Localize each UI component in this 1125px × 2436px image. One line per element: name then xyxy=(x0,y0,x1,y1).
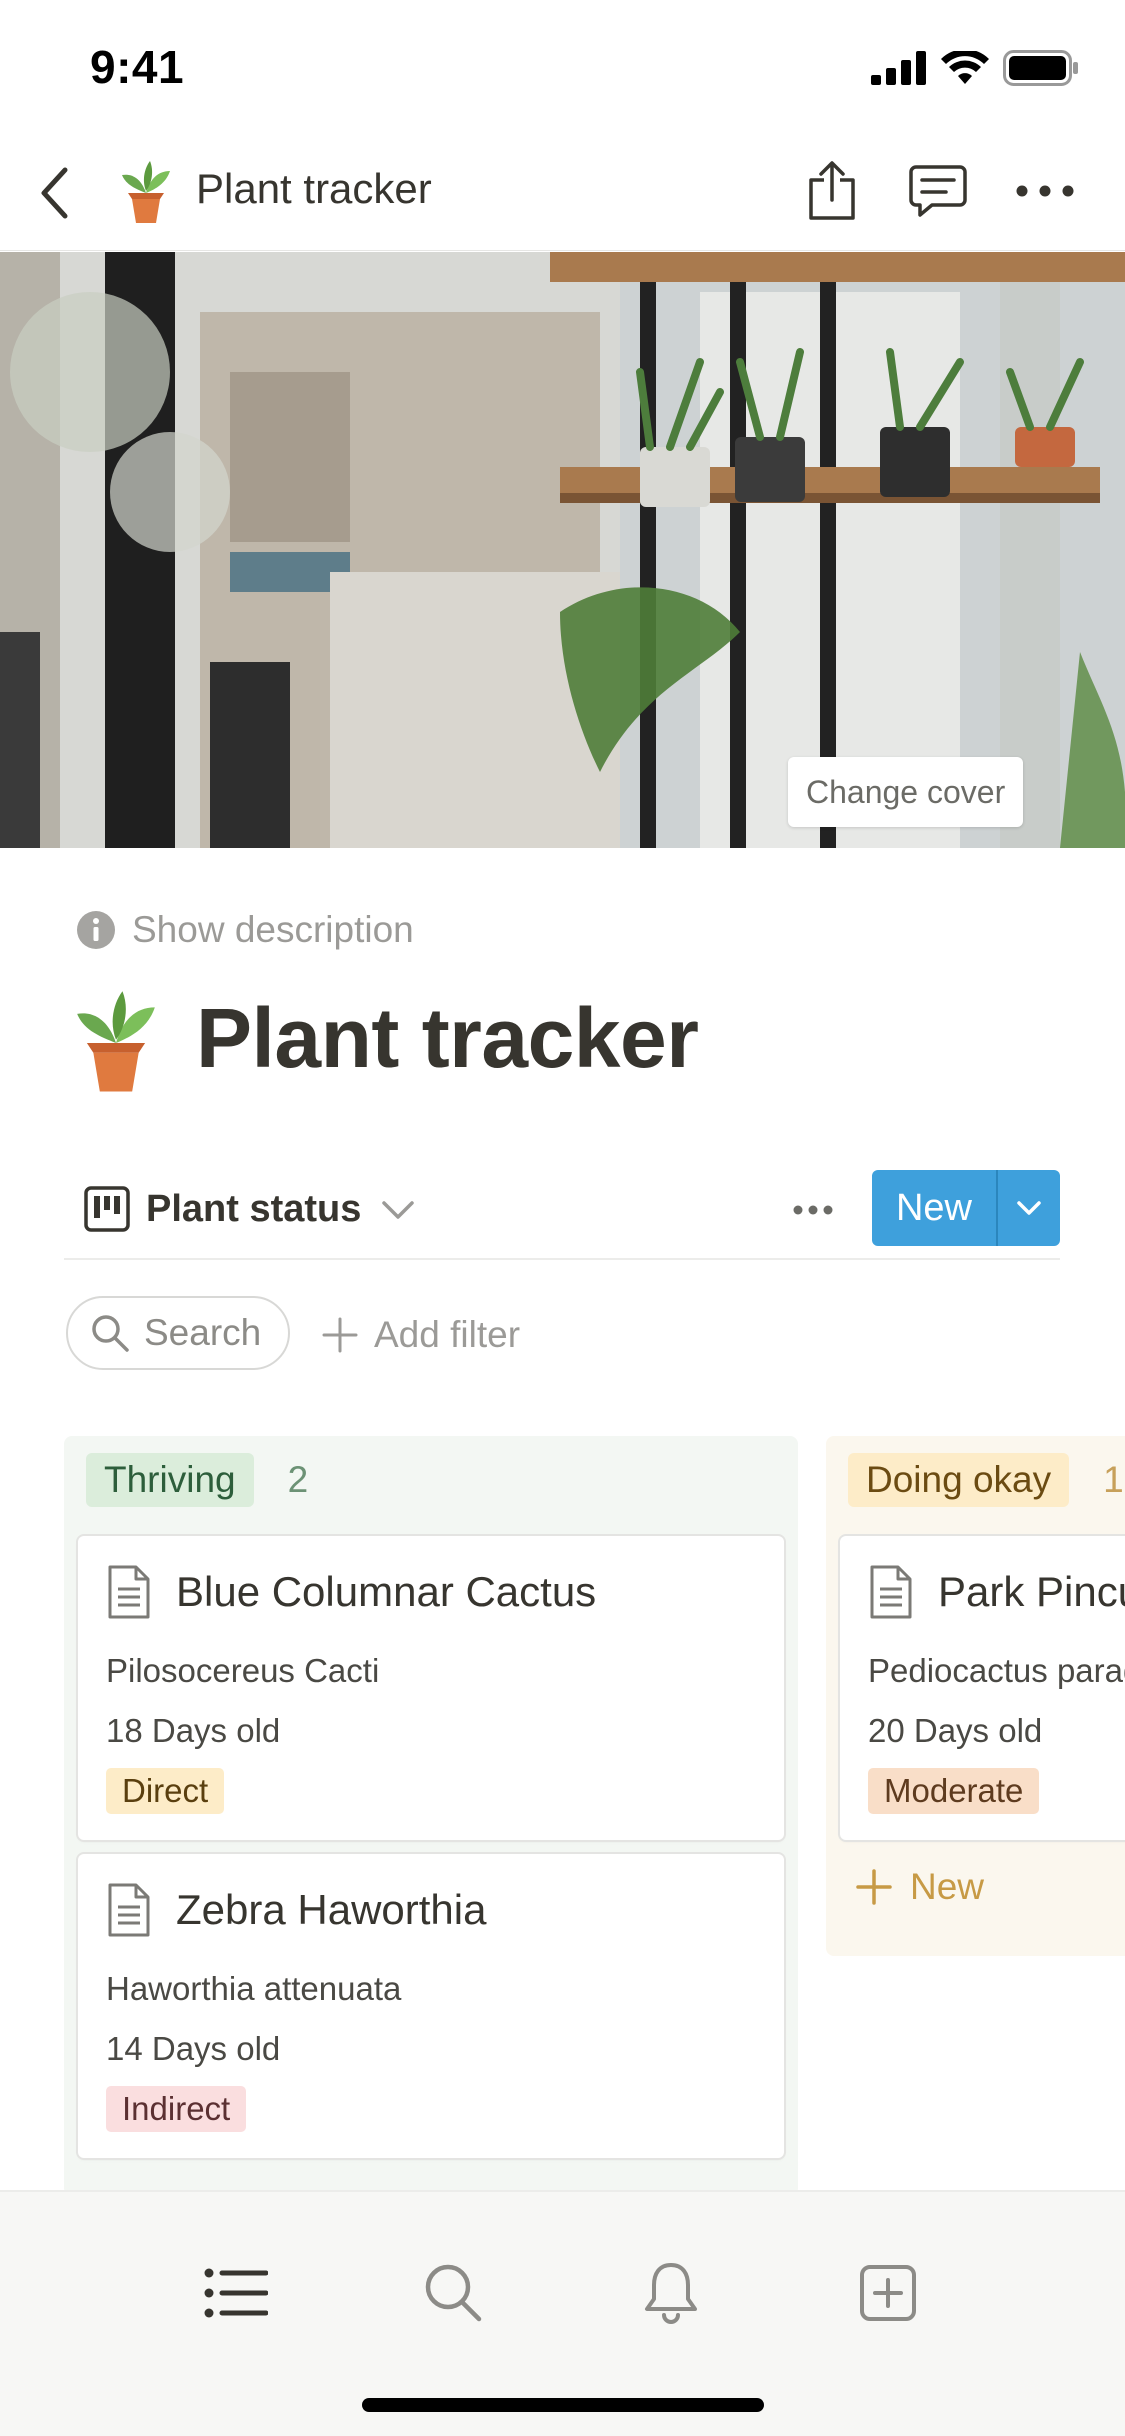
tab-search[interactable] xyxy=(408,2252,498,2334)
new-templates-dropdown[interactable] xyxy=(998,1170,1060,1246)
tab-notifications[interactable] xyxy=(626,2252,716,2334)
chevron-down-icon xyxy=(1017,1201,1041,1215)
column-header[interactable]: Thriving 2 xyxy=(86,1453,309,1507)
board-card[interactable]: Park Pincushion Pediocactus paradinei 20… xyxy=(840,1536,1125,1840)
chevron-down-icon[interactable] xyxy=(378,1194,418,1226)
card-age: 20 Days old xyxy=(868,1712,1043,1749)
battery-icon xyxy=(1003,50,1078,86)
search-icon xyxy=(425,2264,482,2322)
card-age: 18 Days old xyxy=(106,1712,281,1749)
list-icon xyxy=(204,2268,268,2318)
share-button[interactable] xyxy=(800,153,864,229)
light-tag: Indirect xyxy=(106,2086,247,2132)
board-column-doing-okay: Doing okay 1 Park Pincushion Pediocactus… xyxy=(826,1436,1125,1956)
search-icon xyxy=(92,1315,129,1352)
view-bar: Plant status New xyxy=(64,1164,1060,1260)
wifi-icon xyxy=(941,51,989,84)
new-entry-button[interactable]: New xyxy=(872,1170,996,1246)
chevron-left-icon xyxy=(41,167,68,219)
bell-icon xyxy=(645,2263,697,2324)
card-title-row: Blue Columnar Cactus xyxy=(106,1562,596,1622)
card-age: 14 Days old xyxy=(106,2030,281,2067)
status-time: 9:41 xyxy=(90,41,185,93)
view-selector[interactable]: Plant status xyxy=(146,1188,361,1231)
page-icon xyxy=(108,1565,150,1619)
search-label: Search xyxy=(144,1312,262,1353)
plus-icon xyxy=(856,1869,892,1905)
status-bar: 9:41 xyxy=(0,0,1125,135)
column-new-button[interactable]: New xyxy=(856,1866,984,1908)
page-title: Plant tracker xyxy=(196,991,699,1085)
show-description-label: Show description xyxy=(132,909,414,950)
new-page-icon xyxy=(860,2265,916,2321)
add-filter-button[interactable]: Add filter xyxy=(322,1300,520,1370)
column-count: 2 xyxy=(287,1459,309,1500)
back-button[interactable] xyxy=(24,159,84,227)
column-count: 1 xyxy=(1103,1459,1124,1500)
card-title: Park Pincushion xyxy=(938,1568,1125,1615)
column-header[interactable]: Doing okay 1 xyxy=(848,1453,1124,1507)
board-view-icon xyxy=(84,1186,130,1232)
card-title: Blue Columnar Cactus xyxy=(176,1568,597,1615)
add-filter-label: Add filter xyxy=(374,1314,521,1355)
board-column-thriving: Thriving 2 Blue Columnar Cactus Pilosoce… xyxy=(64,1436,798,2196)
card-title: Zebra Haworthia xyxy=(176,1886,487,1933)
page-icon-potted-plant[interactable] xyxy=(68,988,164,1098)
light-tag: Direct xyxy=(106,1768,225,1814)
card-title-row: Park Pincushion xyxy=(868,1562,1125,1622)
card-species: Pilosocereus Cacti xyxy=(106,1652,380,1689)
nav-title: Plant tracker xyxy=(196,165,432,212)
board-column-clip: Doing okay 1 Park Pincushion Pediocactus… xyxy=(826,1436,1125,1956)
board-card[interactable]: Zebra Haworthia Haworthia attenuata 14 D… xyxy=(78,1854,784,2158)
potted-plant-icon xyxy=(118,159,174,227)
column-new-label: New xyxy=(910,1866,985,1907)
light-tag: Moderate xyxy=(868,1768,1040,1814)
board-card[interactable]: Blue Columnar Cactus Pilosocereus Cacti … xyxy=(78,1536,784,1840)
page-icon xyxy=(870,1565,912,1619)
plus-icon xyxy=(322,1317,358,1353)
status-tag: Doing okay xyxy=(848,1453,1070,1507)
nav-bar: Plant tracker xyxy=(0,135,1125,251)
ellipsis-icon xyxy=(793,1205,833,1215)
card-title-row: Zebra Haworthia xyxy=(106,1880,486,1940)
status-tag: Thriving xyxy=(86,1453,254,1507)
tab-new-page[interactable] xyxy=(843,2252,933,2334)
tab-home[interactable] xyxy=(191,2252,281,2334)
view-options-button[interactable] xyxy=(784,1188,842,1232)
ellipsis-icon xyxy=(1016,185,1074,197)
cellular-signal-icon xyxy=(871,51,926,85)
status-icons xyxy=(871,50,1079,86)
page-icon xyxy=(108,1883,150,1937)
show-description-toggle[interactable]: Show description xyxy=(76,906,414,954)
card-species: Pediocactus paradinei xyxy=(868,1652,1125,1689)
change-cover-button[interactable]: Change cover xyxy=(788,757,1024,827)
new-entry-button-group: New xyxy=(872,1170,1060,1246)
card-species: Haworthia attenuata xyxy=(106,1970,402,2007)
home-indicator xyxy=(362,2398,764,2412)
search-button[interactable]: Search xyxy=(66,1296,290,1370)
info-icon xyxy=(77,911,115,949)
comment-icon xyxy=(909,165,967,217)
comments-button[interactable] xyxy=(903,155,973,227)
more-options-button[interactable] xyxy=(1010,155,1080,227)
share-icon xyxy=(809,161,855,220)
